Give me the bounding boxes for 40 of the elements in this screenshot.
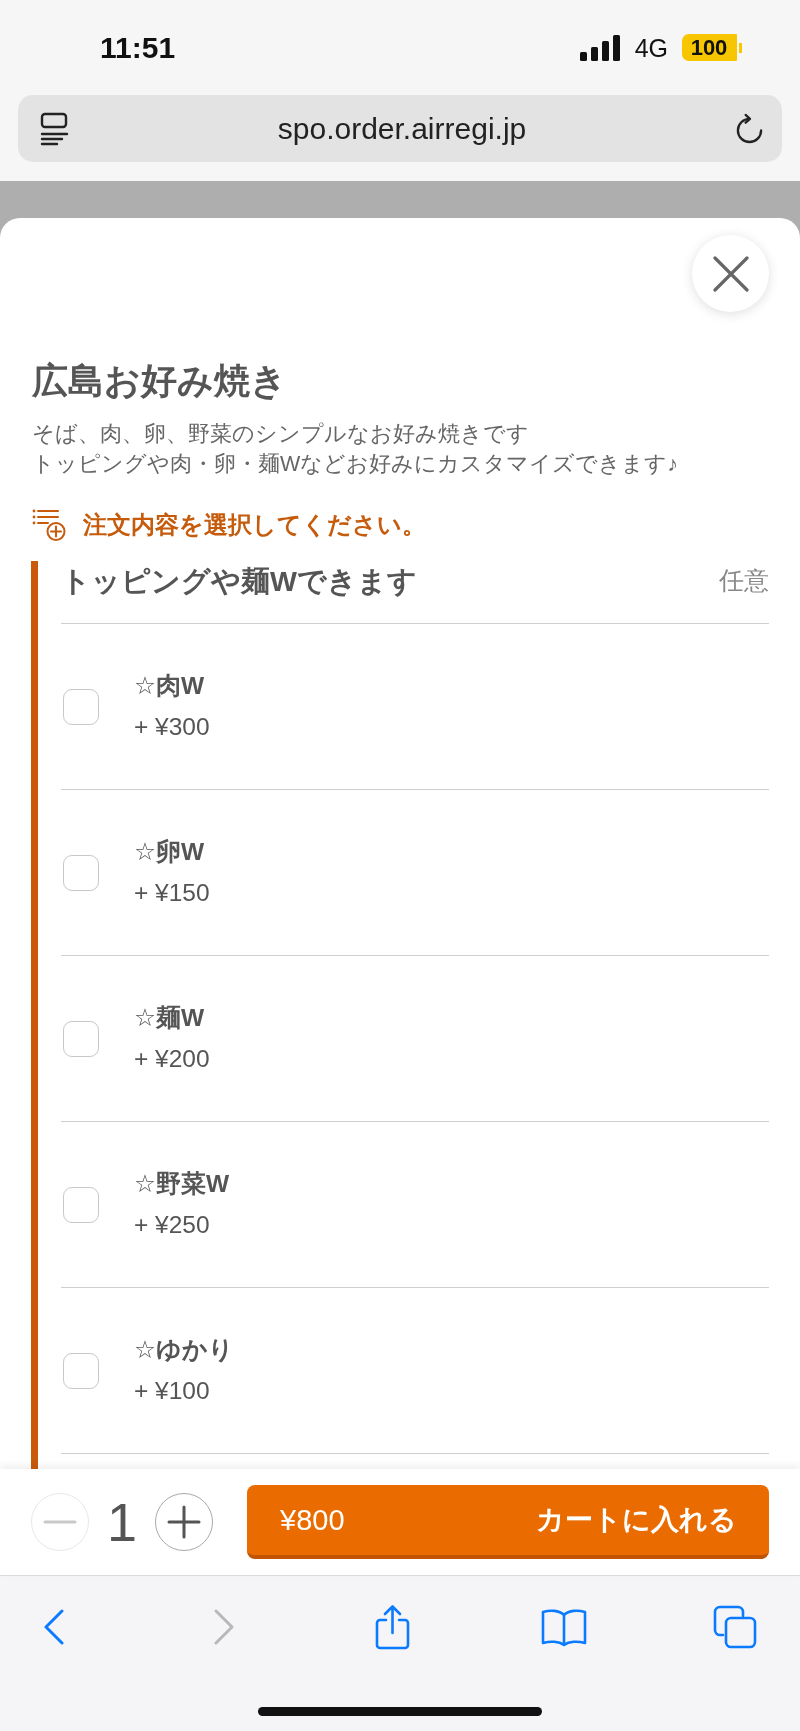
cart-total: ¥800 [280,1503,345,1537]
battery-indicator: 100 [682,34,742,61]
checkbox[interactable] [63,1186,99,1223]
plus-icon [167,1505,201,1539]
checkbox[interactable] [63,1020,99,1057]
product-title: 広島お好み焼き [32,359,288,403]
checkbox[interactable] [63,854,99,891]
reload-icon[interactable] [735,113,764,144]
list-add-icon [32,508,66,542]
network-label: 4G [634,32,668,63]
close-button[interactable] [692,235,769,312]
checkbox[interactable] [63,1352,99,1389]
back-icon[interactable] [43,1609,65,1645]
close-icon [712,255,749,292]
description-line: そば、肉、卵、野菜のシンプルなお好み焼きです [32,421,530,448]
status-time: 11:51 [100,29,176,66]
option-name: ☆肉W [134,671,205,701]
address-bar[interactable]: spo.order.airregi.jp [18,95,782,162]
option-price: + ¥200 [134,1044,210,1074]
checkbox[interactable] [63,688,99,725]
option-name: ☆野菜W [134,1169,230,1199]
option-price: + ¥150 [134,878,210,908]
share-icon[interactable] [374,1604,411,1650]
signal-icon [579,34,621,61]
quantity-value: 1 [105,1491,138,1553]
description-line: トッピングや肉・卵・麺Wなどお好みにカスタマイズできます♪ [32,451,680,478]
tabs-icon[interactable] [712,1604,758,1650]
book-icon[interactable] [541,1607,587,1647]
group-title: トッピングや麺Wできます [61,564,417,599]
url-text: spo.order.airregi.jp [276,110,528,147]
option-name: ☆ゆかり [134,1335,234,1365]
option-price: + ¥300 [134,712,210,742]
notice-text: 注文内容を選択してください。 [83,510,426,540]
option-name: ☆麺W [134,1003,205,1033]
reader-icon[interactable] [40,111,69,146]
option-price: + ¥100 [134,1376,210,1406]
option-price: + ¥250 [134,1210,210,1240]
minus-icon [43,1520,77,1524]
requirement-label: 任意 [719,566,769,596]
option-name: ☆卵W [134,837,205,867]
